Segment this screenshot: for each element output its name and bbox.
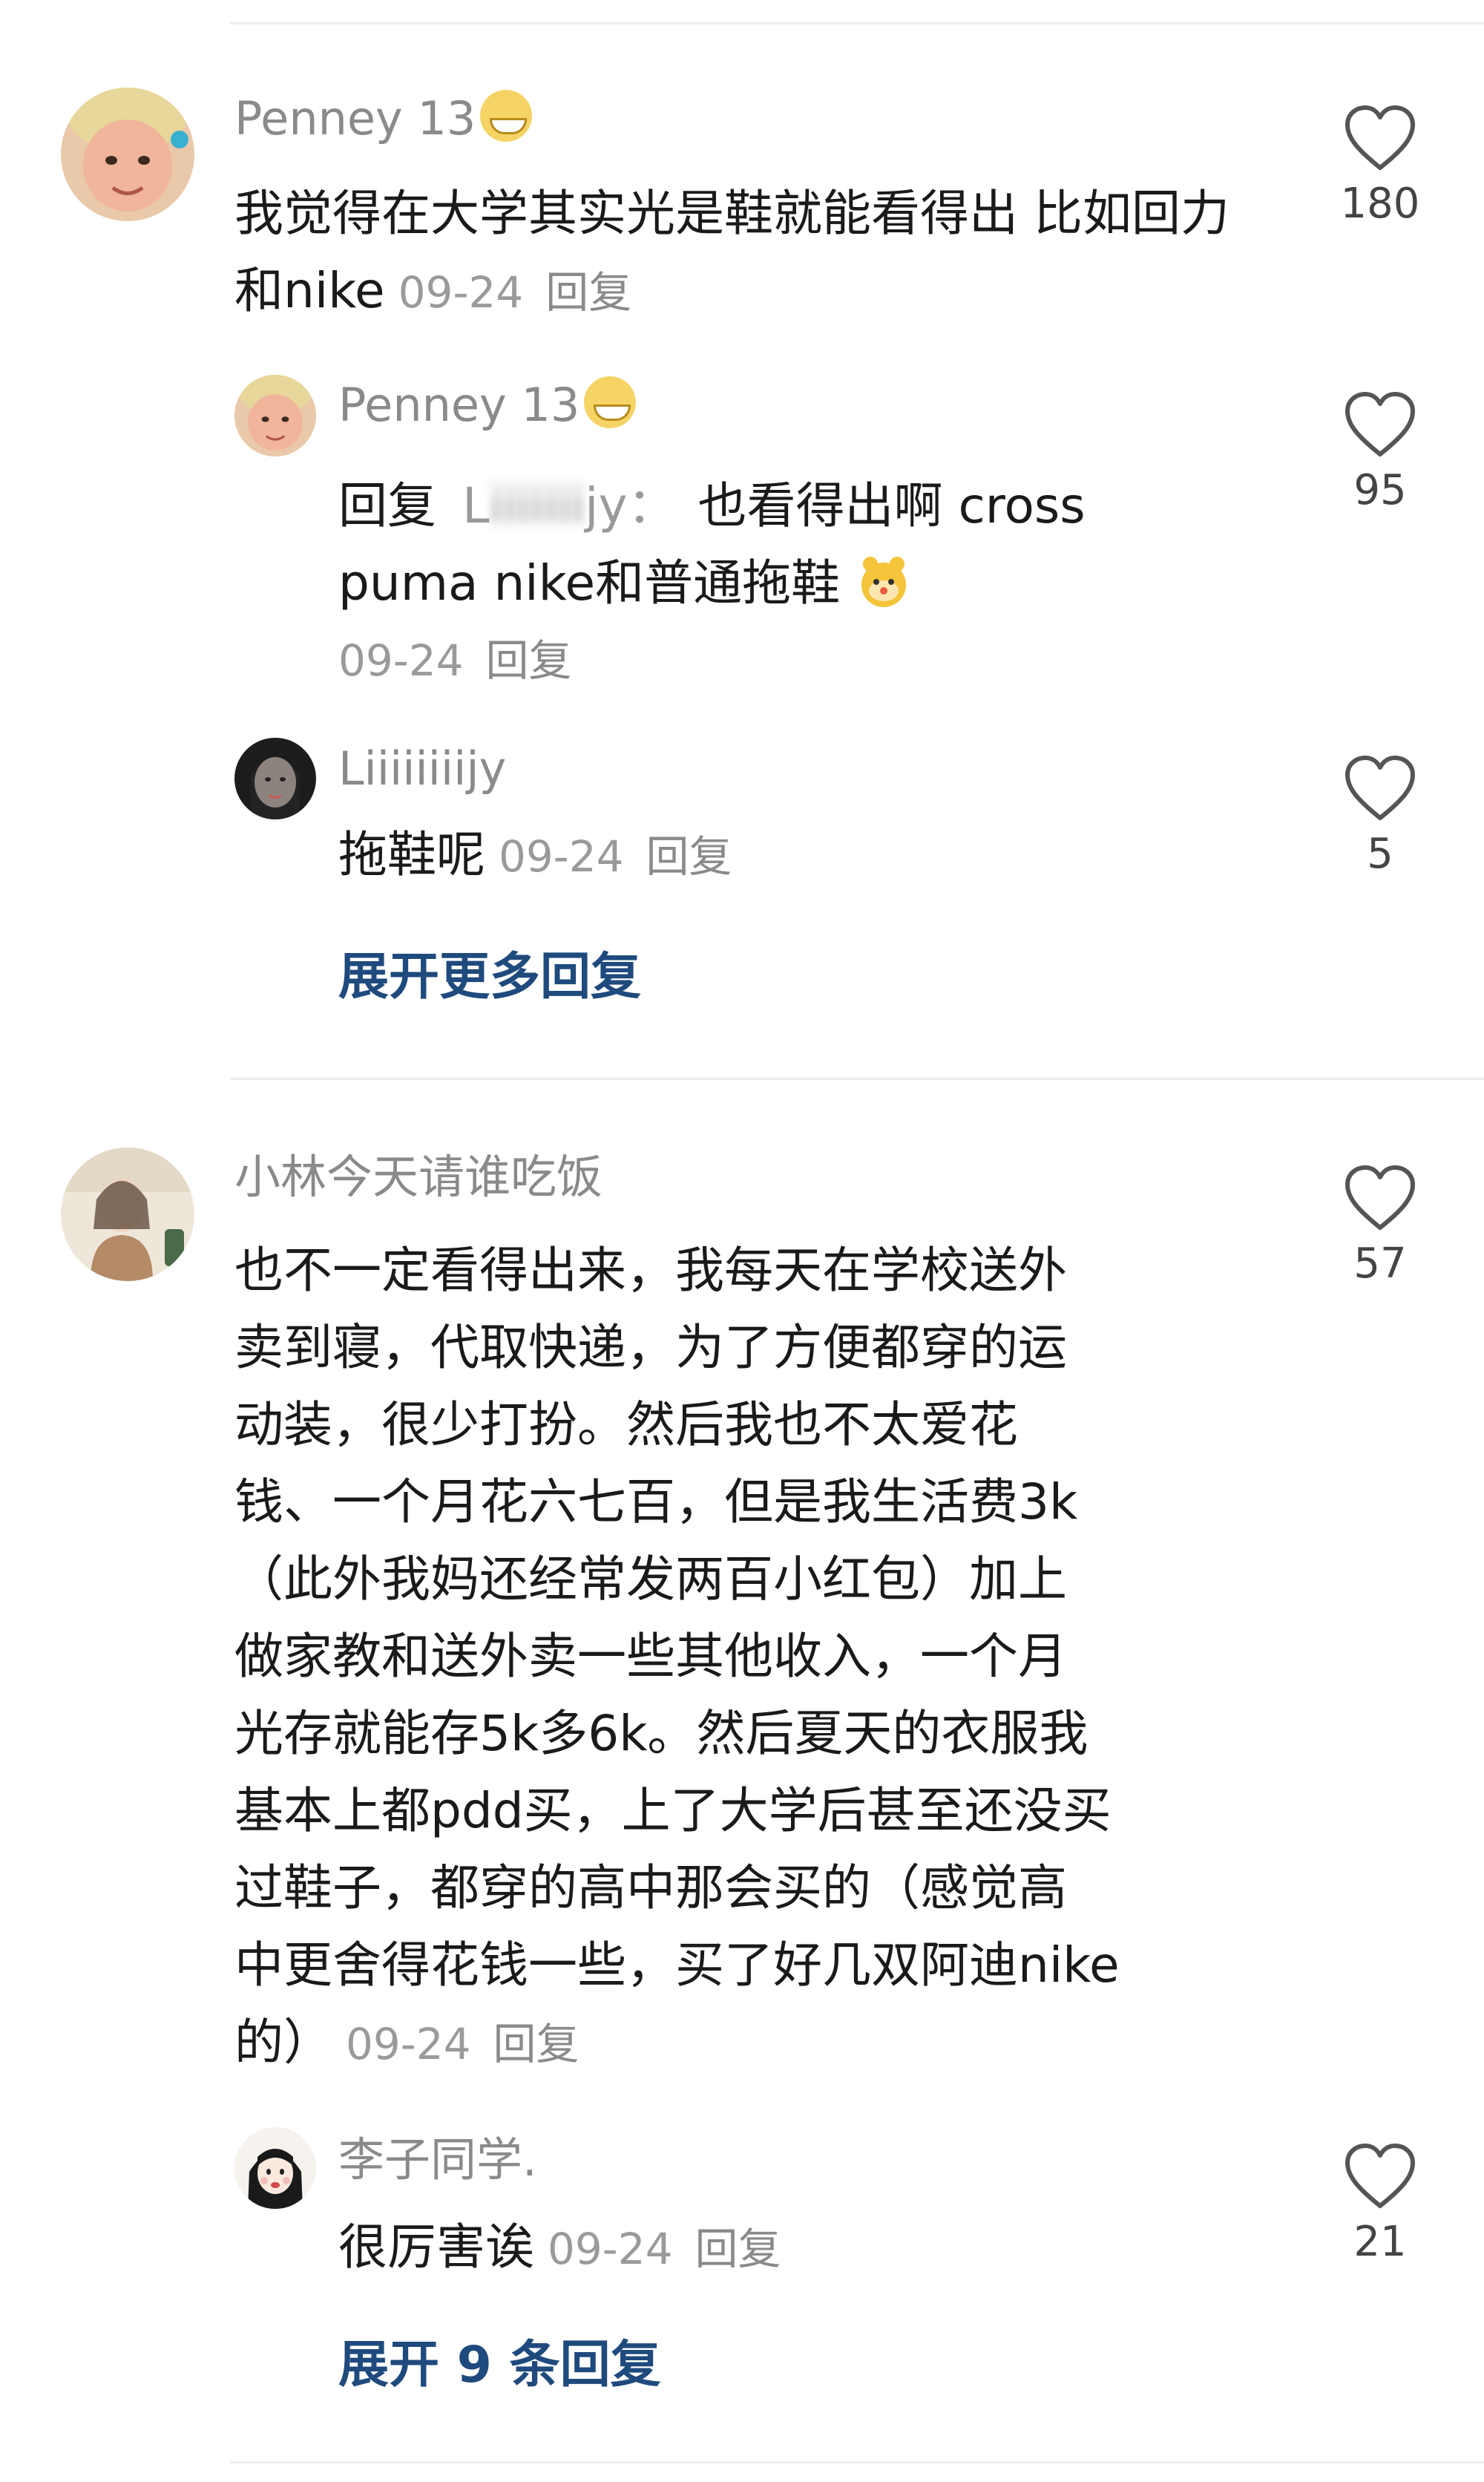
reply-date: 09-24 — [548, 2224, 673, 2274]
heart-icon — [1345, 2144, 1415, 2208]
comment-text-line: 光存就能存5k多6k。然后夏天的衣服我 — [234, 1705, 1089, 1762]
comment-text-line: 基本上都pdd买，上了大学后甚至还没买 — [234, 1782, 1112, 1839]
comment-text-line: 也不一定看得出来，我每天在学校送外 — [234, 1242, 1067, 1299]
comment-text-line: 的） — [234, 2014, 332, 2071]
reply-author-name[interactable]: 李子同学. — [338, 2130, 537, 2190]
author-name-text: 李子同学. — [338, 2132, 537, 2187]
reply-text: 很厉害诶 — [338, 2219, 534, 2276]
reply-meta: 09-24 回复 — [548, 2224, 781, 2274]
comment-author-name[interactable]: 小林今天请谁吃饭 — [234, 1147, 603, 1207]
author-name-text: 小林今天请谁吃饭 — [234, 1150, 603, 1204]
comment-meta: 09-24 回复 — [346, 2019, 580, 2069]
comment-body[interactable]: 也不一定看得出来，我每天在学校送外 卖到寝，代取快递，为了方便都穿的运 动装，很… — [234, 1232, 1288, 2083]
comment-text-line: 做家教和送外卖一些其他收入，一个月 — [234, 1628, 1067, 1685]
like-button[interactable]: 57 — [1328, 1164, 1432, 1290]
like-count: 57 — [1353, 1240, 1407, 1288]
comment-text-line: （此外我妈还经常发两百小红包）加上 — [234, 1551, 1067, 1608]
like-button[interactable]: 21 — [1328, 2142, 1432, 2268]
comment-text-line: 过鞋子，都穿的高中那会买的（感觉高 — [234, 1859, 1067, 1916]
like-count: 21 — [1353, 2218, 1407, 2266]
heart-icon — [1345, 1165, 1415, 1230]
reply-button[interactable]: 回复 — [493, 2019, 580, 2069]
comment-text-line: 动装，很少打扮。然后我也不太爱花 — [234, 1396, 1018, 1453]
reply-button[interactable]: 回复 — [695, 2224, 781, 2274]
comment-text-line: 卖到寝，代取快递，为了方便都穿的运 — [234, 1319, 1067, 1376]
comment-text-line: 中更舍得花钱一些，买了好几双阿迪nike — [234, 1936, 1120, 1994]
comment-last-line: 的） 09-24 回复 — [234, 2004, 1288, 2083]
divider-bottom — [230, 2461, 1484, 2463]
comment-text-line: 钱、一个月花六七百，但是我生活费3k — [234, 1473, 1078, 1530]
reply-body[interactable]: 很厉害诶 09-24 回复 — [338, 2209, 1303, 2288]
avatar[interactable] — [61, 1147, 194, 1281]
expand-more-replies[interactable]: 展开 9 条回复 — [338, 2332, 661, 2399]
reply-avatar[interactable] — [234, 2127, 316, 2209]
comment-thread-2: 小林今天请谁吃饭 也不一定看得出来，我每天在学校送外 卖到寝，代取快递，为了方便… — [0, 0, 1484, 2482]
comment-date: 09-24 — [346, 2019, 471, 2069]
